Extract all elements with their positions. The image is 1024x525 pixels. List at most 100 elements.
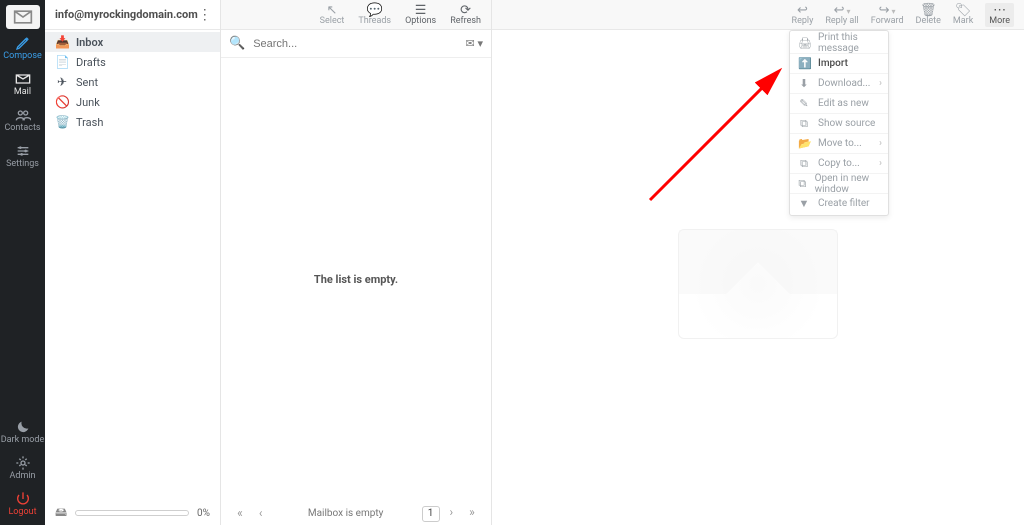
threads-button[interactable]: 💬Threads (358, 4, 391, 26)
menu-item-icon: ⧉ (798, 157, 810, 171)
search-bar: 🔍 ✉ ▾ (221, 30, 491, 58)
contacts-tab[interactable]: Contacts (0, 104, 45, 136)
folders-pane: info@myrockingdomain.com ⋮ 📥Inbox 📄 Drafts… (45, 0, 221, 525)
folder-label: Junk (76, 96, 100, 109)
cursor-icon: ↖ (327, 4, 338, 17)
delete-label: Delete (916, 17, 941, 26)
refresh-label: Refresh (450, 17, 481, 26)
menu-item-label: Move to... (818, 138, 862, 149)
folder-sent[interactable]: ✈ Sent (45, 72, 220, 92)
forward-icon: ↪▾ (879, 4, 896, 17)
sliders-icon (15, 143, 31, 159)
refresh-button[interactable]: ⟳Refresh (450, 4, 481, 26)
select-button[interactable]: ↖Select (320, 4, 345, 26)
tag-icon: 🏷 (955, 4, 972, 17)
more-download: ⬇Download... (790, 73, 888, 93)
power-icon (15, 491, 31, 507)
folder-label: Drafts (76, 56, 106, 69)
reply-label: Reply (792, 17, 814, 26)
app-logo (6, 5, 40, 29)
message-toolbar: ↩Reply ↩▾Reply all ↪▾Forward 🗑Delete 🏷Ma… (492, 0, 1024, 30)
menu-item-icon: ⧉ (798, 117, 810, 131)
account-header: info@myrockingdomain.com ⋮ (45, 0, 220, 30)
folder-list: 📥Inbox 📄 Drafts ✈ Sent 🚫 Junk 🗑️Trash (45, 30, 220, 134)
forward-button[interactable]: ↪▾Forward (871, 4, 904, 26)
options-button[interactable]: ☰Options (405, 4, 436, 26)
list-toolbar: ↖Select 💬Threads ☰Options ⟳Refresh (221, 0, 491, 30)
logout-label: Logout (8, 508, 36, 517)
more-open-in-new-window: ⧉ Open in new window (790, 173, 888, 193)
search-scope-icon[interactable]: ✉ ▾ (466, 37, 483, 50)
contacts-label: Contacts (4, 124, 40, 133)
more-create-filter: ▼ Create filter (790, 193, 888, 213)
logout-button[interactable]: Logout (0, 488, 45, 520)
preview-pane: ↩Reply ↩▾Reply all ↪▾Forward 🗑Delete 🏷Ma… (492, 0, 1024, 525)
mail-tab[interactable]: Mail (0, 68, 45, 100)
account-menu-button[interactable]: ⋮ (198, 7, 213, 23)
taskbar: Compose Mail Contacts Settings Dark mode… (0, 0, 45, 525)
folder-inbox[interactable]: 📥Inbox (45, 32, 220, 52)
mail-icon (15, 71, 31, 87)
quota-track (75, 510, 189, 516)
contacts-icon (15, 107, 31, 123)
search-input[interactable] (251, 37, 459, 51)
more-import[interactable]: ⬆️Import (790, 53, 888, 73)
folder-trash[interactable]: 🗑️Trash (45, 112, 220, 132)
menu-item-label: Open in new window (815, 173, 880, 195)
replyall-button[interactable]: ↩▾Reply all (825, 4, 858, 26)
more-edit-as-new: ✎ Edit as new (790, 93, 888, 113)
menu-item-label: Create filter (818, 198, 870, 209)
page-first-button[interactable]: « (231, 505, 249, 521)
settings-label: Settings (6, 160, 39, 169)
folder-junk[interactable]: 🚫 Junk (45, 92, 220, 112)
mark-button[interactable]: 🏷Mark (953, 4, 973, 26)
menu-item-icon: ⧉ (798, 177, 807, 191)
options-label: Options (405, 17, 436, 26)
list-footer: « ‹ Mailbox is empty 1 › » (221, 501, 491, 525)
more-menu: 🖨Print this message⬆️Import⬇Download...✎… (789, 30, 889, 216)
menu-item-icon: ✎ (798, 97, 810, 110)
moon-icon (15, 419, 31, 435)
replyall-label: Reply all (825, 17, 858, 26)
mark-label: Mark (953, 17, 973, 26)
folder-icon: ✈ (55, 75, 69, 89)
reply-icon: ↩ (797, 4, 808, 17)
envelope-icon (13, 7, 33, 27)
menu-item-label: Edit as new (818, 98, 869, 109)
page-prev-button[interactable]: ‹ (252, 505, 270, 521)
list-pane: ↖Select 💬Threads ☰Options ⟳Refresh 🔍 ✉ ▾… (221, 0, 492, 525)
mail-label: Mail (14, 88, 31, 97)
more-label: More (989, 17, 1010, 26)
quota-percent: 0% (197, 508, 210, 519)
folder-label: Sent (76, 76, 98, 89)
reply-button[interactable]: ↩Reply (792, 4, 814, 26)
more-button[interactable]: ⋯More (985, 3, 1014, 27)
page-last-button[interactable]: » (463, 504, 481, 520)
compose-button[interactable]: Compose (0, 32, 45, 64)
threads-icon: 💬 (367, 4, 383, 17)
threads-label: Threads (358, 17, 391, 26)
menu-item-icon: ▼ (798, 197, 810, 210)
delete-button[interactable]: 🗑Delete (916, 4, 941, 26)
more-move-to: 📂Move to... (790, 133, 888, 153)
settings-tab[interactable]: Settings (0, 140, 45, 172)
folder-icon: 📥 (55, 35, 69, 49)
search-icon: 🔍 (229, 36, 245, 51)
gear-icon (15, 455, 31, 471)
folder-drafts[interactable]: 📄 Drafts (45, 52, 220, 72)
compose-icon (15, 35, 31, 51)
list-empty-message: The list is empty. (221, 58, 491, 501)
menu-item-icon: 🖨 (798, 37, 810, 50)
menu-item-label: Show source (818, 118, 875, 129)
admin-label: Admin (10, 472, 36, 481)
folder-icon: 🗑️ (55, 115, 69, 129)
folder-icon: 📄 (55, 55, 69, 69)
page-next-button[interactable]: › (442, 504, 460, 520)
quota-bar: 🖴 0% (45, 501, 220, 525)
darkmode-toggle[interactable]: Dark mode (0, 416, 45, 448)
folder-icon: 🚫 (55, 95, 69, 109)
account-email: info@myrockingdomain.com (55, 8, 198, 21)
replyall-icon: ↩▾ (834, 4, 851, 17)
disk-icon: 🖴 (55, 503, 67, 524)
admin-link[interactable]: Admin (0, 452, 45, 484)
